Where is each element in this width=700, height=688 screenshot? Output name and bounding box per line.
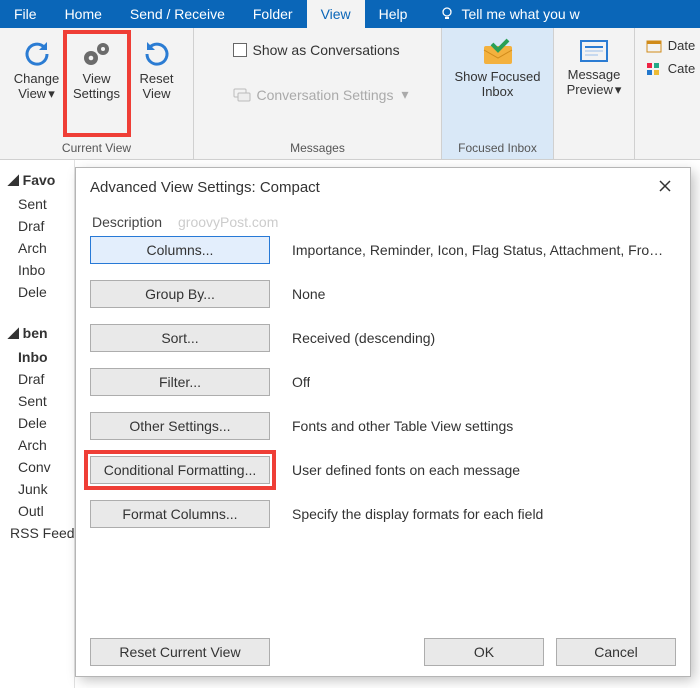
group-label-arrangement bbox=[554, 139, 634, 159]
nav-item[interactable]: Arch bbox=[0, 237, 74, 259]
message-preview-button[interactable]: Message Preview▾ bbox=[558, 34, 630, 133]
tab-file[interactable]: File bbox=[0, 0, 51, 28]
cancel-button[interactable]: Cancel bbox=[556, 638, 676, 666]
dialog-section-label: Description bbox=[92, 214, 162, 230]
reset-current-view-button[interactable]: Reset Current View bbox=[90, 638, 270, 666]
filter-button[interactable]: Filter... bbox=[90, 368, 270, 396]
nav-item[interactable]: Draf bbox=[0, 368, 74, 390]
nav-item[interactable]: Sent bbox=[0, 390, 74, 412]
categories-label: Cate bbox=[668, 61, 695, 76]
categories-button[interactable]: Cate bbox=[646, 61, 695, 76]
advanced-view-settings-dialog: Advanced View Settings: Compact Descript… bbox=[76, 168, 690, 676]
conditional-formatting-button[interactable]: Conditional Formatting... bbox=[90, 456, 270, 484]
show-as-conversations-checkbox[interactable]: Show as Conversations bbox=[233, 42, 400, 58]
columns-button[interactable]: Columns... bbox=[90, 236, 270, 264]
other-settings-desc: Fonts and other Table View settings bbox=[292, 418, 513, 434]
conditional-formatting-desc: User defined fonts on each message bbox=[292, 462, 520, 478]
nav-item[interactable]: Draf bbox=[0, 215, 74, 237]
calendar-icon bbox=[646, 39, 662, 53]
show-focused-inbox-label: Show Focused Inbox bbox=[450, 70, 546, 100]
sort-button[interactable]: Sort... bbox=[90, 324, 270, 352]
group-label-messages: Messages bbox=[194, 139, 441, 159]
nav-favorites-header[interactable]: ◢ Favo bbox=[0, 168, 74, 193]
ok-button[interactable]: OK bbox=[424, 638, 544, 666]
conversation-icon bbox=[233, 88, 251, 102]
tab-home[interactable]: Home bbox=[51, 0, 116, 28]
nav-item-inbox[interactable]: Inbo bbox=[0, 346, 74, 368]
sort-desc: Received (descending) bbox=[292, 330, 435, 346]
view-settings-button[interactable]: View Settings bbox=[67, 34, 127, 133]
nav-item[interactable]: Outl bbox=[0, 500, 74, 522]
close-button[interactable] bbox=[652, 176, 678, 198]
tell-me-search[interactable]: Tell me what you w bbox=[425, 0, 593, 28]
tell-me-label: Tell me what you w bbox=[461, 6, 579, 22]
categories-icon bbox=[646, 62, 662, 76]
message-preview-label: Message Preview bbox=[567, 67, 621, 97]
nav-account-header[interactable]: ◢ ben bbox=[0, 321, 74, 346]
conversation-settings-button: Conversation Settings ▾ bbox=[233, 86, 409, 103]
nav-item[interactable]: Sent bbox=[0, 193, 74, 215]
date-button[interactable]: Date bbox=[646, 38, 695, 53]
date-label: Date bbox=[668, 38, 695, 53]
show-focused-inbox-button[interactable]: Show Focused Inbox bbox=[450, 34, 546, 133]
close-icon bbox=[658, 179, 672, 193]
tab-help[interactable]: Help bbox=[365, 0, 422, 28]
ribbon-tabbar: File Home Send / Receive Folder View Hel… bbox=[0, 0, 700, 28]
watermark-text: groovyPost.com bbox=[178, 214, 278, 230]
lightbulb-icon bbox=[439, 6, 455, 22]
ribbon: Change View▾ View Settings Reset View Cu… bbox=[0, 28, 700, 160]
gears-icon bbox=[79, 38, 115, 70]
group-by-button[interactable]: Group By... bbox=[90, 280, 270, 308]
folder-nav[interactable]: ◢ Favo Sent Draf Arch Inbo Dele ◢ ben In… bbox=[0, 160, 75, 688]
group-label-focused-inbox: Focused Inbox bbox=[442, 139, 553, 159]
dialog-title: Advanced View Settings: Compact bbox=[90, 179, 320, 196]
refresh-arrow-icon bbox=[21, 38, 53, 70]
show-as-conversations-label: Show as Conversations bbox=[253, 42, 400, 58]
reset-view-button[interactable]: Reset View bbox=[127, 34, 187, 133]
change-view-button[interactable]: Change View▾ bbox=[7, 34, 67, 133]
nav-item[interactable]: Dele bbox=[0, 412, 74, 434]
nav-item[interactable]: Dele bbox=[0, 281, 74, 303]
nav-item[interactable]: Inbo bbox=[0, 259, 74, 281]
columns-desc: Importance, Reminder, Icon, Flag Status,… bbox=[292, 242, 672, 258]
tab-view[interactable]: View bbox=[307, 0, 365, 28]
checkbox-icon bbox=[233, 43, 247, 57]
nav-item[interactable]: Arch bbox=[0, 434, 74, 456]
focused-inbox-icon bbox=[480, 38, 516, 68]
reset-view-label: Reset View bbox=[127, 72, 187, 102]
group-label-current-view: Current View bbox=[0, 139, 193, 159]
tab-folder[interactable]: Folder bbox=[239, 0, 307, 28]
nav-item[interactable]: RSS Feeds bbox=[0, 522, 74, 544]
tab-send-receive[interactable]: Send / Receive bbox=[116, 0, 239, 28]
nav-item[interactable]: Conv bbox=[0, 456, 74, 478]
undo-arrow-icon bbox=[141, 38, 173, 70]
group-label-right bbox=[635, 139, 700, 159]
conversation-settings-label: Conversation Settings bbox=[257, 87, 394, 103]
group-by-desc: None bbox=[292, 286, 325, 302]
message-preview-icon bbox=[578, 38, 610, 66]
nav-item[interactable]: Junk bbox=[0, 478, 74, 500]
view-settings-label: View Settings bbox=[67, 72, 127, 102]
format-columns-button[interactable]: Format Columns... bbox=[90, 500, 270, 528]
format-columns-desc: Specify the display formats for each fie… bbox=[292, 506, 543, 522]
filter-desc: Off bbox=[292, 374, 310, 390]
other-settings-button[interactable]: Other Settings... bbox=[90, 412, 270, 440]
